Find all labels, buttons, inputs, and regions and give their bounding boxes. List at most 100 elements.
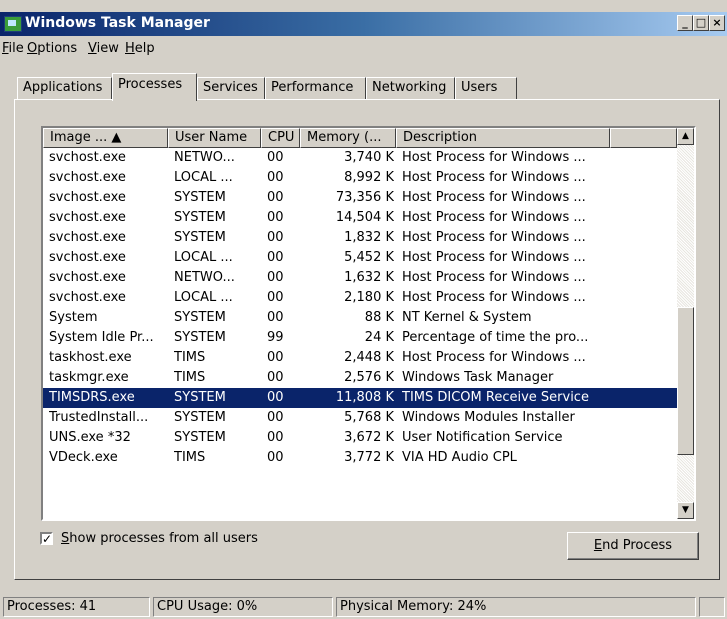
column-header-image[interactable]: Image ... ▲ xyxy=(43,128,168,148)
table-row[interactable]: svchost.exe LOCAL ... 00 8,992 K Host Proces… xyxy=(43,168,677,188)
menu-view-key: V xyxy=(88,41,97,56)
menu-options-label: ptions xyxy=(37,41,78,56)
cell-cpu: 00 xyxy=(267,370,284,385)
show-all-processes-checkbox[interactable]: ✓ xyxy=(40,532,53,545)
cell-image: svchost.exe xyxy=(49,230,126,245)
cell-image: svchost.exe xyxy=(49,290,126,305)
cell-cpu: 00 xyxy=(267,350,284,365)
table-row[interactable]: svchost.exe NETWO... 00 3,740 K Host Process… xyxy=(43,148,677,168)
cell-memory: 8,992 K xyxy=(344,170,394,185)
process-list[interactable]: Image ... ▲ User Name CPU Memory (... De… xyxy=(41,126,696,521)
cell-cpu: 00 xyxy=(267,430,284,445)
cell-description: Host Process for Windows ... xyxy=(402,150,586,165)
tab-applications[interactable]: Applications xyxy=(17,77,112,99)
cell-description: Host Process for Windows ... xyxy=(402,350,586,365)
cell-user: NETWO... xyxy=(174,150,235,165)
tab-networking[interactable]: Networking xyxy=(366,77,455,99)
table-row[interactable]: svchost.exe LOCAL ... 00 2,180 K Host Proces… xyxy=(43,288,677,308)
menu-view[interactable]: View xyxy=(88,41,119,56)
minimize-button[interactable]: _ xyxy=(677,15,693,31)
cell-user: SYSTEM xyxy=(174,230,226,245)
cell-cpu: 00 xyxy=(267,210,284,225)
table-row[interactable]: VDeck.exe TIMS 00 3,772 K VIA HD Audio CPL xyxy=(43,448,677,468)
cell-description: Host Process for Windows ... xyxy=(402,290,586,305)
window-title: Windows Task Manager xyxy=(25,15,210,31)
tab-services[interactable]: Services xyxy=(197,77,265,99)
cell-memory: 3,672 K xyxy=(344,430,394,445)
cell-memory: 5,768 K xyxy=(344,410,394,425)
table-row-selected[interactable]: TIMSDRS.exe SYSTEM 00 11,808 K TIMS DICOM Re… xyxy=(43,388,677,408)
cell-image: taskhost.exe xyxy=(49,350,132,365)
scrollbar-thumb[interactable] xyxy=(677,307,694,455)
table-row[interactable]: System Idle Pr... SYSTEM 99 24 K Percentage … xyxy=(43,328,677,348)
cell-description: Percentage of time the pro... xyxy=(402,330,589,345)
status-bar: Processes: 41 CPU Usage: 0% Physical Mem… xyxy=(0,595,727,619)
table-row[interactable]: System SYSTEM 00 88 K NT Kernel & System xyxy=(43,308,677,328)
cell-user: NETWO... xyxy=(174,270,235,285)
tab-processes[interactable]: Processes xyxy=(112,73,197,101)
show-all-processes-label[interactable]: Show processes from all users xyxy=(61,531,258,546)
cell-memory: 3,772 K xyxy=(344,450,394,465)
maximize-button[interactable]: □ xyxy=(693,15,709,31)
tab-performance[interactable]: Performance xyxy=(265,77,366,99)
cell-cpu: 00 xyxy=(267,230,284,245)
cell-description: Windows Modules Installer xyxy=(402,410,575,425)
table-row[interactable]: svchost.exe LOCAL ... 00 5,452 K Host Proces… xyxy=(43,248,677,268)
menu-help[interactable]: Help xyxy=(125,41,155,56)
cell-memory: 2,576 K xyxy=(344,370,394,385)
table-row[interactable]: svchost.exe NETWO... 00 1,632 K Host Process… xyxy=(43,268,677,288)
cell-image: taskmgr.exe xyxy=(49,370,129,385)
menu-options[interactable]: Options xyxy=(27,41,77,56)
column-header-user[interactable]: User Name xyxy=(168,128,261,148)
cell-memory: 73,356 K xyxy=(335,190,394,205)
cell-description: Host Process for Windows ... xyxy=(402,250,586,265)
cell-description: TIMS DICOM Receive Service xyxy=(402,390,589,405)
table-row[interactable]: svchost.exe SYSTEM 00 14,504 K Host Process … xyxy=(43,208,677,228)
cell-memory: 5,452 K xyxy=(344,250,394,265)
vertical-scrollbar[interactable]: ▲ ▼ xyxy=(677,128,694,519)
arrow-down-icon[interactable]: ▼ xyxy=(677,502,694,519)
cell-description: Host Process for Windows ... xyxy=(402,270,586,285)
title-bar[interactable]: Windows Task Manager _ □ × xyxy=(0,12,727,36)
cell-user: TIMS xyxy=(174,450,206,465)
column-header-memory[interactable]: Memory (... xyxy=(300,128,396,148)
tab-users[interactable]: Users xyxy=(455,77,517,99)
cell-cpu: 00 xyxy=(267,410,284,425)
cell-user: TIMS xyxy=(174,350,206,365)
cell-image: svchost.exe xyxy=(49,170,126,185)
show-all-text: how processes from all users xyxy=(69,531,258,546)
close-button[interactable]: × xyxy=(709,15,725,31)
cell-user: SYSTEM xyxy=(174,190,226,205)
menu-file-label: ile xyxy=(8,41,24,56)
cell-description: Host Process for Windows ... xyxy=(402,210,586,225)
column-header-description[interactable]: Description xyxy=(396,128,610,148)
column-header-image-label: Image ... ▲ xyxy=(50,130,122,145)
cell-cpu: 00 xyxy=(267,290,284,305)
cell-image: VDeck.exe xyxy=(49,450,118,465)
end-process-button[interactable]: End Process xyxy=(567,532,699,560)
table-row[interactable]: taskmgr.exe TIMS 00 2,576 K Windows Task Man… xyxy=(43,368,677,388)
table-row[interactable]: taskhost.exe TIMS 00 2,448 K Host Process fo… xyxy=(43,348,677,368)
cell-image: System Idle Pr... xyxy=(49,330,154,345)
table-row[interactable]: TrustedInstall... SYSTEM 00 5,768 K Windows … xyxy=(43,408,677,428)
table-row[interactable]: UNS.exe *32 SYSTEM 00 3,672 K User Notificat… xyxy=(43,428,677,448)
resize-grip[interactable] xyxy=(699,597,725,617)
cell-user: SYSTEM xyxy=(174,330,226,345)
cell-cpu: 00 xyxy=(267,190,284,205)
menu-view-label: iew xyxy=(96,41,119,56)
cell-cpu: 00 xyxy=(267,270,284,285)
cell-image: TIMSDRS.exe xyxy=(49,390,135,405)
cell-user: SYSTEM xyxy=(174,210,226,225)
end-process-label: nd Process xyxy=(602,538,673,553)
cell-user: LOCAL ... xyxy=(174,250,233,265)
arrow-up-icon[interactable]: ▲ xyxy=(677,128,694,145)
table-row[interactable]: svchost.exe SYSTEM 00 73,356 K Host Process … xyxy=(43,188,677,208)
cell-image: TrustedInstall... xyxy=(49,410,149,425)
cell-memory: 3,740 K xyxy=(344,150,394,165)
cell-user: SYSTEM xyxy=(174,310,226,325)
menu-file[interactable]: File xyxy=(2,41,24,56)
cell-description: VIA HD Audio CPL xyxy=(402,450,517,465)
column-header-cpu[interactable]: CPU xyxy=(261,128,300,148)
status-cpu-usage: CPU Usage: 0% xyxy=(153,597,333,617)
table-row[interactable]: svchost.exe SYSTEM 00 1,832 K Host Process f… xyxy=(43,228,677,248)
